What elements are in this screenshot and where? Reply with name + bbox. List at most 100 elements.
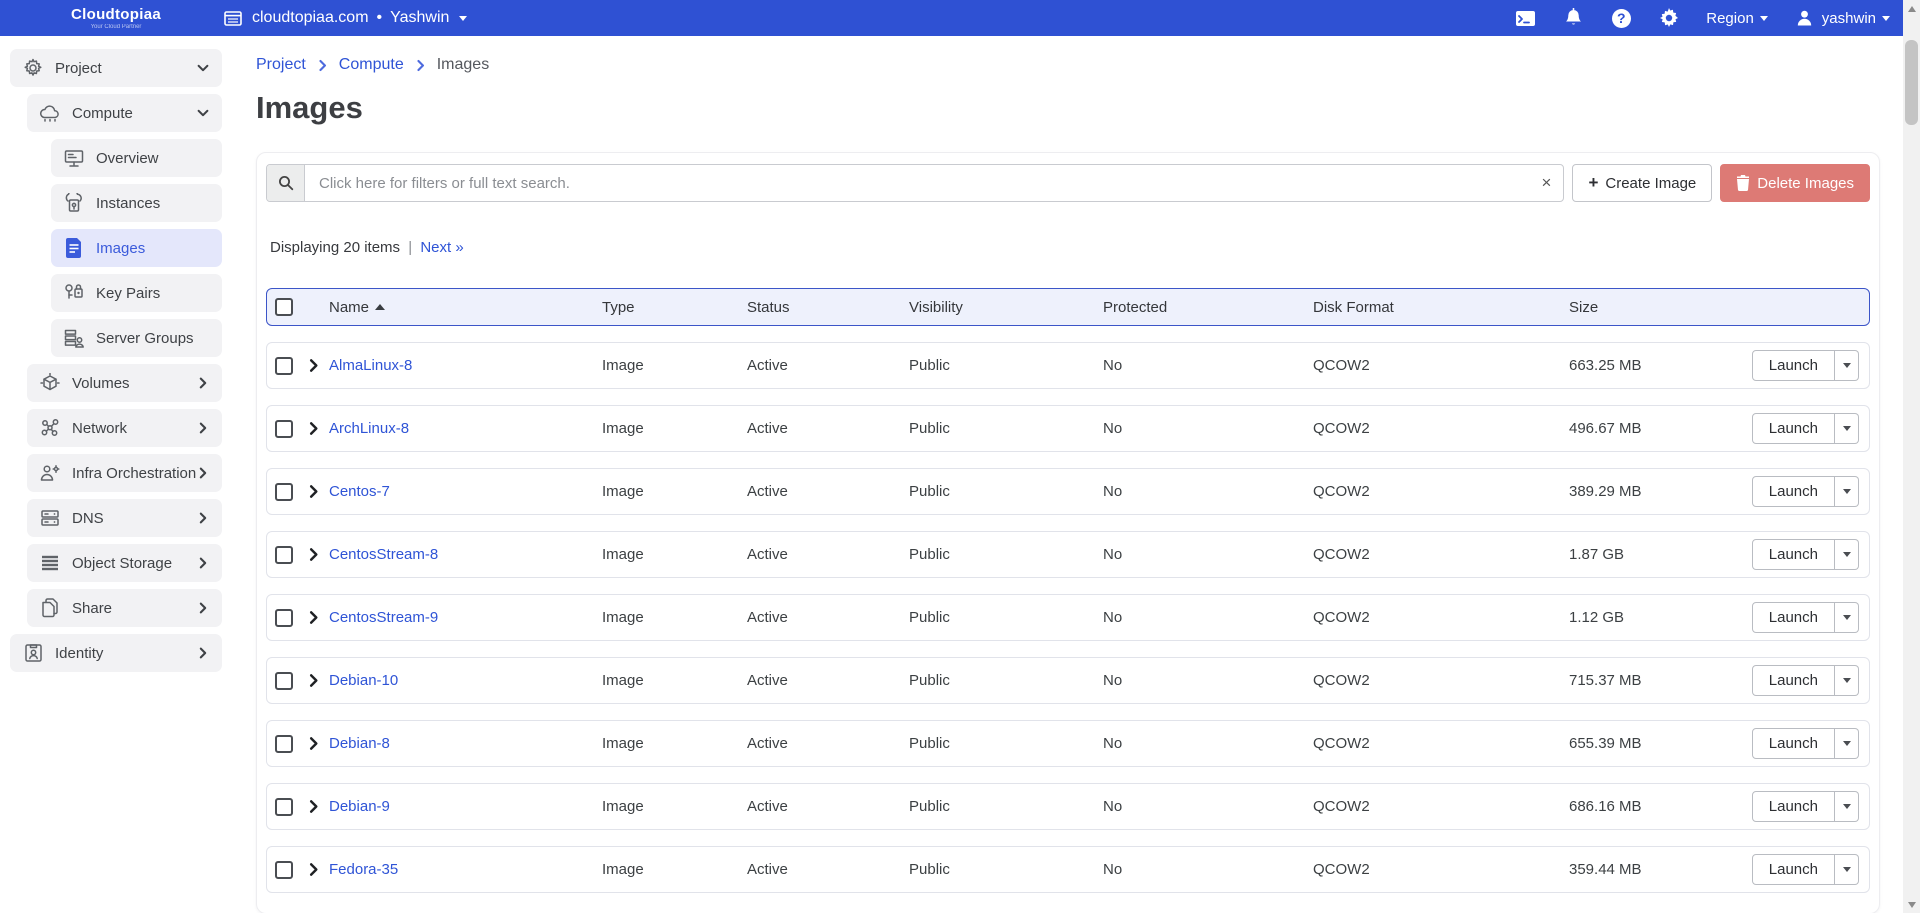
domain-label: cloudtopiaa.com bbox=[252, 9, 369, 27]
expand-row-icon[interactable] bbox=[306, 547, 329, 562]
expand-row-icon[interactable] bbox=[306, 610, 329, 625]
select-all-checkbox[interactable] bbox=[275, 298, 293, 316]
sidebar-item-dns[interactable]: DNS bbox=[27, 499, 222, 537]
row-checkbox[interactable] bbox=[275, 735, 293, 753]
image-name-link[interactable]: AlmaLinux-8 bbox=[329, 357, 602, 374]
table-row: Fedora-35 Image Active Public No QCOW2 3… bbox=[266, 846, 1870, 893]
gear-icon[interactable] bbox=[1658, 7, 1680, 29]
image-name-link[interactable]: Fedora-35 bbox=[329, 861, 602, 878]
launch-button[interactable]: Launch bbox=[1752, 539, 1835, 570]
launch-dropdown-toggle[interactable] bbox=[1835, 665, 1859, 696]
help-icon[interactable]: ? bbox=[1610, 7, 1632, 29]
console-icon[interactable] bbox=[1514, 7, 1536, 29]
bell-icon[interactable] bbox=[1562, 7, 1584, 29]
launch-dropdown-toggle[interactable] bbox=[1835, 854, 1859, 885]
column-header-name[interactable]: Name bbox=[329, 299, 602, 316]
scroll-up-arrow[interactable] bbox=[1903, 0, 1920, 17]
column-header-visibility[interactable]: Visibility bbox=[909, 299, 1103, 316]
row-checkbox[interactable] bbox=[275, 861, 293, 879]
row-checkbox[interactable] bbox=[275, 546, 293, 564]
row-checkbox[interactable] bbox=[275, 798, 293, 816]
sidebar-item-key-pairs[interactable]: Key Pairs bbox=[51, 274, 222, 312]
vertical-scrollbar[interactable] bbox=[1903, 0, 1920, 913]
sidebar-item-overview[interactable]: Overview bbox=[51, 139, 222, 177]
image-name-link[interactable]: CentosStream-9 bbox=[329, 609, 602, 626]
expand-row-icon[interactable] bbox=[306, 484, 329, 499]
sidebar-item-project[interactable]: Project bbox=[10, 49, 222, 87]
launch-button[interactable]: Launch bbox=[1752, 350, 1835, 381]
server-icon bbox=[63, 192, 85, 214]
next-page-link[interactable]: Next » bbox=[420, 239, 463, 256]
expand-row-icon[interactable] bbox=[306, 358, 329, 373]
column-header-status[interactable]: Status bbox=[747, 299, 909, 316]
launch-button[interactable]: Launch bbox=[1752, 476, 1835, 507]
sidebar-item-instances[interactable]: Instances bbox=[51, 184, 222, 222]
image-name-link[interactable]: Debian-9 bbox=[329, 798, 602, 815]
chevron-down-icon bbox=[1843, 552, 1851, 557]
clear-search-icon[interactable]: × bbox=[1529, 165, 1563, 201]
expand-row-icon[interactable] bbox=[306, 673, 329, 688]
expand-row-icon[interactable] bbox=[306, 736, 329, 751]
table-body: AlmaLinux-8 Image Active Public No QCOW2… bbox=[266, 342, 1870, 893]
launch-dropdown-toggle[interactable] bbox=[1835, 791, 1859, 822]
column-header-type[interactable]: Type bbox=[602, 299, 747, 316]
scrollbar-thumb[interactable] bbox=[1905, 40, 1918, 125]
sidebar-item-share[interactable]: Share bbox=[27, 589, 222, 627]
row-checkbox[interactable] bbox=[275, 483, 293, 501]
delete-images-button[interactable]: Delete Images bbox=[1720, 164, 1870, 202]
chevron-down-icon bbox=[196, 61, 210, 75]
page-title: Images bbox=[256, 90, 1880, 126]
create-image-button[interactable]: + Create Image bbox=[1572, 164, 1712, 202]
sidebar-item-volumes[interactable]: Volumes bbox=[27, 364, 222, 402]
launch-button[interactable]: Launch bbox=[1752, 665, 1835, 696]
cell-protected: No bbox=[1103, 672, 1313, 689]
column-header-disk-format[interactable]: Disk Format bbox=[1313, 299, 1569, 316]
sidebar-item-identity[interactable]: Identity bbox=[10, 634, 222, 672]
launch-dropdown-toggle[interactable] bbox=[1835, 728, 1859, 759]
launch-button[interactable]: Launch bbox=[1752, 854, 1835, 885]
image-name-link[interactable]: Debian-8 bbox=[329, 735, 602, 752]
cell-type: Image bbox=[602, 609, 747, 626]
sidebar-item-infra-orchestration[interactable]: Infra Orchestration bbox=[27, 454, 222, 492]
sidebar-item-compute[interactable]: Compute bbox=[27, 94, 222, 132]
row-checkbox[interactable] bbox=[275, 357, 293, 375]
launch-button[interactable]: Launch bbox=[1752, 413, 1835, 444]
launch-button[interactable]: Launch bbox=[1752, 728, 1835, 759]
cloud-icon bbox=[39, 102, 61, 124]
trash-icon bbox=[1736, 175, 1750, 191]
column-header-protected[interactable]: Protected bbox=[1103, 299, 1313, 316]
sidebar-item-server-groups[interactable]: Server Groups bbox=[51, 319, 222, 357]
breadcrumb-link-compute[interactable]: Compute bbox=[339, 56, 404, 74]
expand-row-icon[interactable] bbox=[306, 799, 329, 814]
search-input[interactable] bbox=[305, 165, 1529, 201]
image-name-link[interactable]: Debian-10 bbox=[329, 672, 602, 689]
region-label: Region bbox=[1706, 10, 1754, 27]
row-checkbox[interactable] bbox=[275, 672, 293, 690]
breadcrumb-link-project[interactable]: Project bbox=[256, 56, 306, 74]
project-switcher[interactable]: cloudtopiaa.com • Yashwin bbox=[222, 7, 467, 29]
row-checkbox[interactable] bbox=[275, 420, 293, 438]
sidebar-item-object-storage[interactable]: Object Storage bbox=[27, 544, 222, 582]
logo[interactable]: Cloudtopiaa Your Cloud Partner bbox=[0, 7, 232, 30]
launch-dropdown-toggle[interactable] bbox=[1835, 350, 1859, 381]
column-header-size[interactable]: Size bbox=[1569, 299, 1753, 316]
launch-dropdown-toggle[interactable] bbox=[1835, 539, 1859, 570]
launch-dropdown-toggle[interactable] bbox=[1835, 476, 1859, 507]
sidebar-item-label: Object Storage bbox=[72, 555, 196, 572]
launch-button[interactable]: Launch bbox=[1752, 791, 1835, 822]
image-name-link[interactable]: ArchLinux-8 bbox=[329, 420, 602, 437]
user-menu[interactable]: yashwin bbox=[1794, 7, 1890, 29]
launch-button[interactable]: Launch bbox=[1752, 602, 1835, 633]
sidebar-item-images[interactable]: Images bbox=[51, 229, 222, 267]
image-name-link[interactable]: CentosStream-8 bbox=[329, 546, 602, 563]
scroll-down-arrow[interactable] bbox=[1903, 896, 1920, 913]
launch-dropdown-toggle[interactable] bbox=[1835, 602, 1859, 633]
expand-row-icon[interactable] bbox=[306, 421, 329, 436]
launch-dropdown-toggle[interactable] bbox=[1835, 413, 1859, 444]
region-menu[interactable]: Region bbox=[1706, 10, 1768, 27]
row-checkbox[interactable] bbox=[275, 609, 293, 627]
content-card: × + Create Image Delete Images Displayin… bbox=[256, 152, 1880, 913]
sidebar-item-network[interactable]: Network bbox=[27, 409, 222, 447]
image-name-link[interactable]: Centos-7 bbox=[329, 483, 602, 500]
expand-row-icon[interactable] bbox=[306, 862, 329, 877]
